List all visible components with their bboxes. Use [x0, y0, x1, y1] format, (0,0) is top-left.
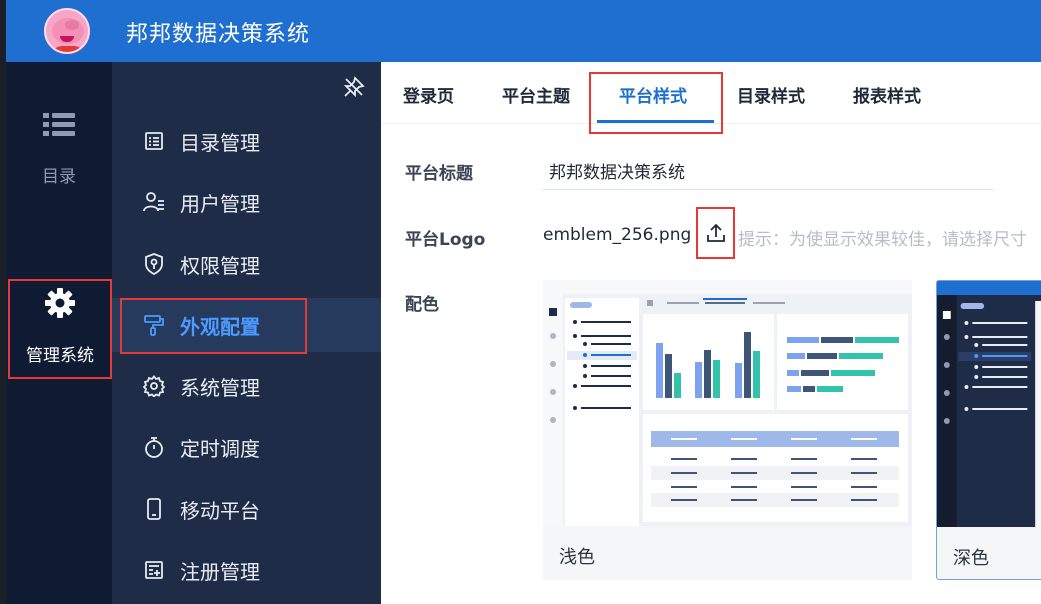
upload-icon: [706, 223, 725, 242]
shield-icon: [142, 252, 166, 276]
rail-item-label: 管理系统: [26, 346, 94, 366]
tab-report-style[interactable]: 报表样式: [853, 82, 921, 107]
menu-item-label: 定时调度: [180, 436, 260, 461]
tab-platform-theme[interactable]: 平台主题: [502, 82, 570, 107]
user-icon: [142, 190, 166, 214]
menu-item-system[interactable]: 系统管理: [112, 359, 381, 413]
stopwatch-icon: [142, 435, 166, 459]
menu-item-label: 权限管理: [180, 253, 260, 278]
upload-button[interactable]: [696, 207, 735, 259]
menu-item-registration[interactable]: 注册管理: [112, 543, 381, 597]
avatar[interactable]: [44, 8, 90, 54]
menu-item-label: 移动平台: [180, 498, 260, 523]
logo-filename: emblem_256.png: [543, 225, 692, 245]
theme-label-light: 浅色: [559, 547, 595, 568]
icon-rail: 目录 管理系统: [6, 62, 112, 604]
menu-item-catalog[interactable]: 目录管理: [112, 114, 381, 168]
main-panel: 登录页 平台主题 平台样式 目录样式 报表样式 平台标题 平台Logo embl…: [381, 62, 1041, 604]
color-label: 配色: [405, 295, 439, 315]
menu-item-label: 注册管理: [180, 559, 260, 584]
logo-hint: 提示：为使显示效果较佳，请选择尺寸: [738, 230, 1027, 250]
dark-theme-preview: [937, 281, 1041, 527]
list-icon: [43, 113, 75, 136]
tab-bar: 登录页 平台主题 平台样式 目录样式 报表样式: [381, 62, 1041, 134]
register-icon: [142, 558, 166, 582]
gear-icon: [45, 288, 75, 318]
mobile-icon: [142, 497, 166, 521]
rail-item-directory[interactable]: 目录: [6, 112, 112, 187]
platform-title-input[interactable]: [543, 152, 993, 190]
menu-item-label: 目录管理: [180, 130, 260, 155]
menu-item-schedule[interactable]: 定时调度: [112, 420, 381, 474]
light-theme-preview: [543, 280, 912, 526]
gear-icon: [142, 374, 166, 398]
menu-item-users[interactable]: 用户管理: [112, 175, 381, 229]
logo-label: 平台Logo: [405, 230, 486, 250]
tab-catalog-style[interactable]: 目录样式: [737, 82, 805, 107]
rail-item-label: 目录: [42, 167, 76, 187]
theme-card-light[interactable]: 浅色: [543, 280, 912, 580]
app-title: 邦邦数据决策系统: [126, 22, 311, 47]
highlight-box: [589, 72, 723, 134]
tab-login-page[interactable]: 登录页: [403, 82, 454, 107]
rail-item-management[interactable]: 管理系统: [8, 279, 112, 379]
pin-icon[interactable]: [343, 76, 365, 102]
menu-item-label: 系统管理: [180, 375, 260, 400]
menu-item-mobile[interactable]: 移动平台: [112, 482, 381, 536]
top-header: 邦邦数据决策系统: [6, 0, 1041, 62]
secondary-menu: 目录管理 用户管理 权限管理 外观配置 系统管理 定时调度 移动平台 注册管理: [112, 62, 381, 604]
theme-card-dark[interactable]: 深色: [936, 280, 1041, 580]
theme-label-dark: 深色: [953, 548, 989, 569]
menu-item-permissions[interactable]: 权限管理: [112, 237, 381, 291]
catalog-icon: [142, 129, 166, 153]
menu-item-label: 用户管理: [180, 191, 260, 216]
title-label: 平台标题: [405, 164, 473, 184]
highlight-box: [120, 298, 307, 354]
